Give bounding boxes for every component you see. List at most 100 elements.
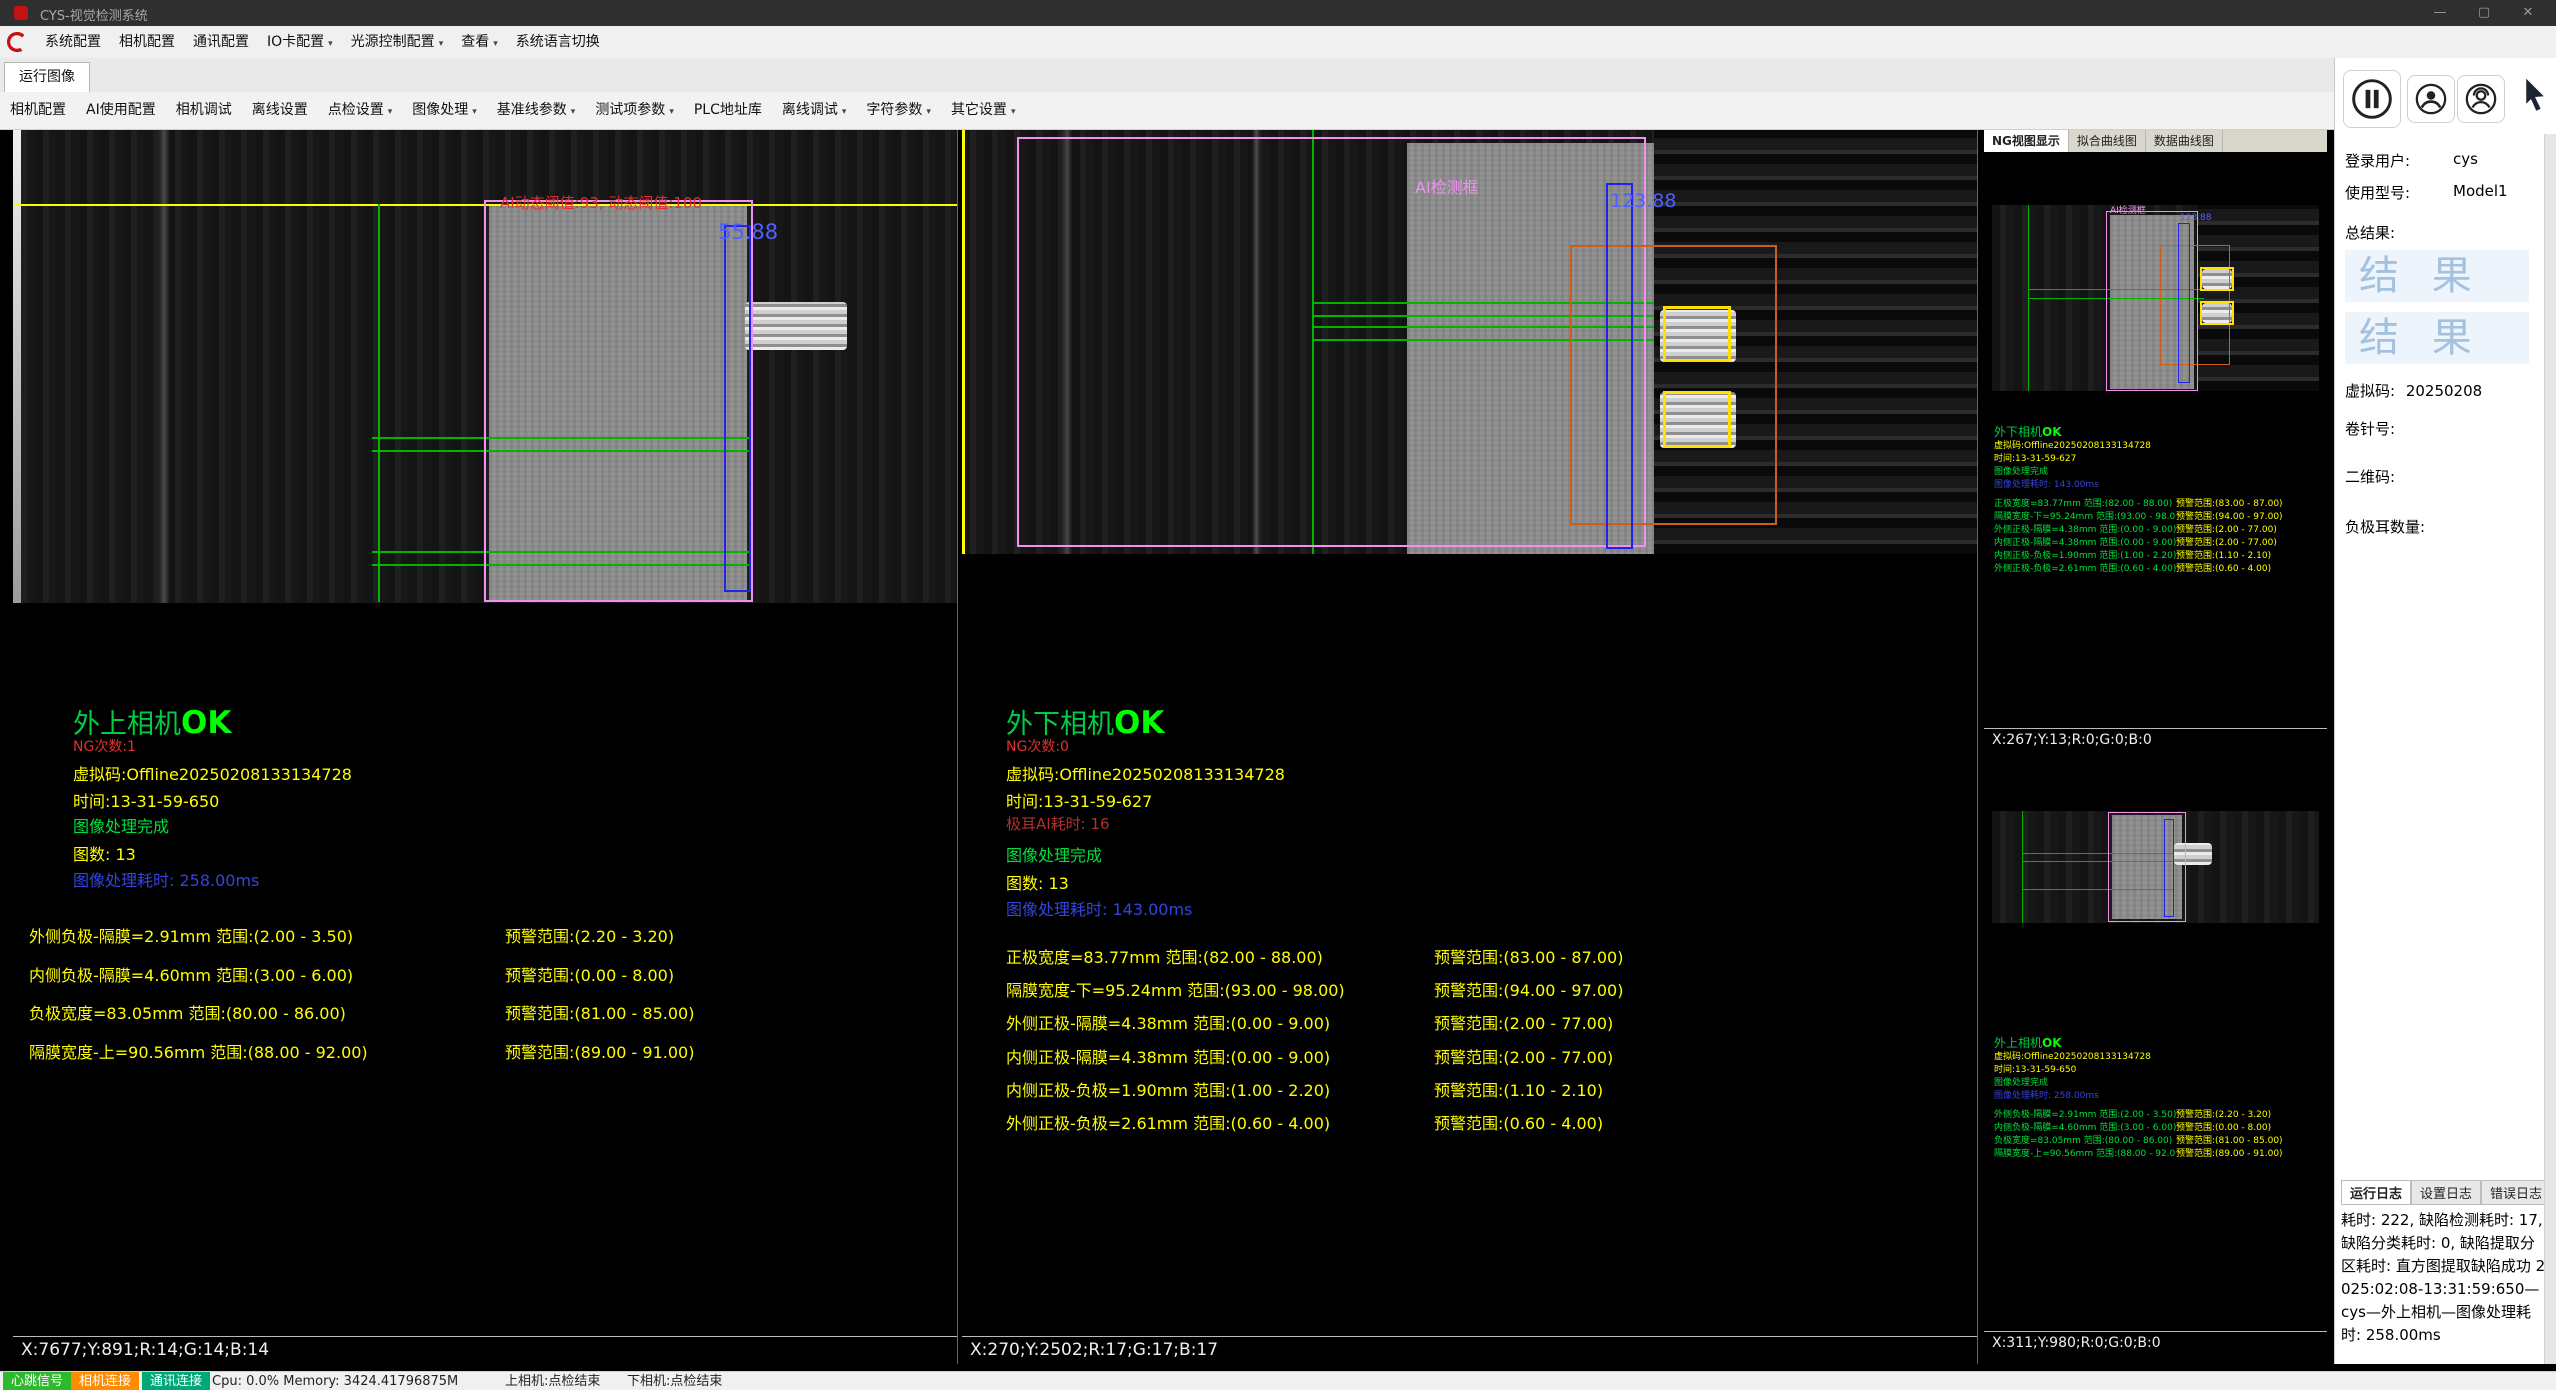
measurement-text: 内侧负极-隔膜=4.60mm 范围:(3.00 - 6.00)	[1994, 1122, 2176, 1135]
tab-settings-log[interactable]: 设置日志	[2411, 1180, 2481, 1204]
operator-icon	[2464, 82, 2498, 116]
camera-bottom-image[interactable]: AI检测框 123.88	[962, 130, 1977, 554]
camera-bottom-panel: AI检测框 123.88 外下相机OK NG次数:0 虚拟码:Offline20…	[962, 130, 1978, 1364]
measurement-warn: 预警范围:(81.00 - 85.00)	[2176, 1135, 2318, 1148]
capture-time: 时间:13-31-59-627	[1994, 453, 2319, 466]
virtual-code: 虚拟码:Offline20250208133134728	[1994, 1051, 2319, 1064]
tab-error-log[interactable]: 错误日志	[2481, 1180, 2551, 1204]
minimize-icon[interactable]: —	[2418, 0, 2462, 26]
tab-detect-box	[1663, 306, 1731, 362]
measure-value-overlay: 123.88	[1610, 190, 1676, 212]
ng-thumb2-image	[1992, 811, 2319, 923]
camera-top-panel: AI动态阈值:93, 动态阈值:100 55.88 外上相机OK NG次数:1 …	[13, 130, 958, 1364]
ai-detect-box-label: AI检测框	[2110, 205, 2146, 216]
menu-comm-config[interactable]: 通讯配置	[184, 26, 258, 58]
application-window: CYS-视觉检测系统 — ▢ ✕ 系统配置 相机配置 通讯配置 IO卡配置 光源…	[0, 0, 2556, 1390]
measurement-warn: 预警范围:(83.00 - 87.00)	[2176, 498, 2318, 511]
frame-count: 图数: 13	[73, 841, 136, 865]
maximize-icon[interactable]: ▢	[2462, 0, 2506, 26]
measurement-row: 外侧正极-负极=2.61mm 范围:(0.60 - 4.00) 预警范围:(0.…	[1006, 1107, 1623, 1140]
measure-value-overlay: 123.88	[2180, 213, 2212, 223]
tab-ai-elapsed: 极耳AI耗时: 16	[1006, 813, 1110, 834]
virtual-code: 虚拟码:Offline20250208133134728	[1994, 440, 2319, 453]
process-elapsed: 图像处理耗时: 143.00ms	[1006, 896, 1192, 920]
tool-offline-settings[interactable]: 离线设置	[242, 92, 318, 129]
menu-camera-config[interactable]: 相机配置	[110, 26, 184, 58]
tool-baseline-params[interactable]: 基准线参数	[487, 92, 586, 129]
measurement-text: 隔膜宽度-下=95.24mm 范围:(93.00 - 98.00)	[1006, 974, 1434, 1007]
roi-box-orange	[1570, 245, 1777, 525]
pause-icon	[2350, 77, 2394, 121]
tool-test-item-params[interactable]: 测试项参数	[585, 92, 684, 129]
measurement-warn: 预警范围:(94.00 - 97.00)	[1434, 974, 1623, 1007]
measurement-row: 负极宽度=83.05mm 范围:(80.00 - 86.00) 预警范围:(81…	[29, 995, 694, 1034]
menu-system-config[interactable]: 系统配置	[36, 26, 110, 58]
camera-bottom-check-status: 下相机:点检结束	[627, 1372, 722, 1390]
measurement-warn: 预警范围:(2.00 - 77.00)	[2176, 524, 2318, 537]
menu-io-card-config[interactable]: IO卡配置	[258, 26, 342, 58]
tab-fit-curve[interactable]: 拟合曲线图	[2069, 130, 2146, 152]
tab-count-label: 负极耳数量:	[2345, 516, 2425, 537]
measurement-warn: 预警范围:(2.00 - 77.00)	[1434, 1007, 1613, 1040]
tab-ng-view[interactable]: NG视图显示	[1984, 130, 2069, 152]
ng-thumb1-text: 外下相机OK 虚拟码:Offline20250208133134728 时间:1…	[1994, 423, 2319, 576]
camera-top-image[interactable]: AI动态阈值:93, 动态阈值:100 55.88	[13, 130, 957, 603]
measurement-warn: 预警范围:(2.20 - 3.20)	[2176, 1109, 2318, 1122]
measurement-text: 负极宽度=83.05mm 范围:(80.00 - 86.00)	[1994, 1135, 2176, 1148]
tool-other-settings[interactable]: 其它设置	[941, 92, 1026, 129]
ng-thumbnail-1[interactable]: AI检测框 123.88 外下相机OK 虚拟码:Offline202502081…	[1984, 155, 2327, 751]
menu-view[interactable]: 查看	[452, 26, 507, 58]
menu-language-switch[interactable]: 系统语言切换	[507, 26, 609, 58]
measurement-warn: 预警范围:(0.00 - 8.00)	[2176, 1122, 2318, 1135]
measurement-warn: 预警范围:(1.10 - 2.10)	[2176, 550, 2318, 563]
total-result-label: 总结果:	[2345, 222, 2395, 243]
measurement-row: 内侧负极-隔膜=4.60mm 范围:(3.00 - 6.00) 预警范围:(0.…	[29, 957, 694, 996]
tool-plc-address-lib[interactable]: PLC地址库	[684, 92, 772, 129]
result-display-1: 结 果	[2345, 250, 2529, 302]
measurement-warn: 预警范围:(0.00 - 8.00)	[505, 957, 674, 996]
tool-char-params[interactable]: 字符参数	[856, 92, 941, 129]
cursor-button[interactable]	[2517, 72, 2553, 118]
info-panel: 登录用户: cys 使用型号: Model1 总结果: 结 果 结 果 虚拟码:…	[2334, 58, 2556, 1364]
process-elapsed: 图像处理耗时: 258.00ms	[1994, 1090, 2319, 1103]
close-icon[interactable]: ✕	[2506, 0, 2550, 26]
camera-title: 外上相机	[1994, 1036, 2042, 1050]
tool-ai-usage-config[interactable]: AI使用配置	[76, 92, 166, 129]
measurement-warn: 预警范围:(2.00 - 77.00)	[2176, 537, 2318, 550]
measurement-warn: 预警范围:(0.60 - 4.00)	[1434, 1107, 1603, 1140]
operator-button[interactable]	[2457, 75, 2505, 123]
tab-detect-box	[2200, 301, 2234, 325]
tab-detect-box	[2200, 267, 2234, 291]
tool-offline-debug[interactable]: 离线调试	[772, 92, 857, 129]
menu-light-control-config[interactable]: 光源控制配置	[342, 26, 453, 58]
heartbeat-badge: 心跳信号	[3, 1372, 71, 1390]
status-bar: 心跳信号 相机连接 通讯连接 Cpu: 0.0% Memory: 3424.41…	[0, 1371, 2556, 1390]
tab-run-log[interactable]: 运行日志	[2341, 1180, 2411, 1204]
measurement-text: 内侧正极-隔膜=4.38mm 范围:(0.00 - 9.00)	[1994, 537, 2176, 550]
frame-count: 图数: 13	[1006, 870, 1069, 894]
measurement-text: 内侧负极-隔膜=4.60mm 范围:(3.00 - 6.00)	[29, 957, 505, 996]
vcode-label: 虚拟码:	[2345, 382, 2395, 400]
ng-thumbnail-2[interactable]: 外上相机OK 虚拟码:Offline20250208133134728 时间:1…	[1984, 766, 2327, 1354]
roi-box-magenta	[2108, 812, 2186, 922]
tool-camera-config[interactable]: 相机配置	[0, 92, 76, 129]
tool-image-processing[interactable]: 图像处理	[402, 92, 487, 129]
user-button[interactable]	[2407, 75, 2455, 123]
process-elapsed: 图像处理耗时: 258.00ms	[73, 867, 259, 891]
measurement-text: 隔膜宽度-下=95.24mm 范围:(93.00 - 98.00)	[1994, 511, 2176, 524]
scrollbar[interactable]	[2544, 134, 2556, 1364]
tab-run-image[interactable]: 运行图像	[4, 62, 90, 92]
measurement-warn: 预警范围:(81.00 - 85.00)	[505, 995, 694, 1034]
pause-button[interactable]	[2343, 70, 2401, 128]
menu-bar: 系统配置 相机配置 通讯配置 IO卡配置 光源控制配置 查看 系统语言切换	[0, 26, 2556, 59]
tool-camera-debug[interactable]: 相机调试	[166, 92, 242, 129]
measurement-text: 正极宽度=83.77mm 范围:(82.00 - 88.00)	[1006, 941, 1434, 974]
run-log-text: 耗时: 222, 缺陷检测耗时: 17, 缺陷分类耗时: 0, 缺陷提取分区耗时…	[2341, 1204, 2547, 1365]
pixel-status-readout: X:311;Y:980;R:0;G:0;B:0	[1984, 1331, 2327, 1354]
view-tab-row: 运行图像	[0, 58, 2334, 93]
pixel-status-readout: X:270;Y:2502;R:17;G:17;B:17	[962, 1336, 1977, 1364]
log-tabs: 运行日志 设置日志 错误日志	[2341, 1180, 2551, 1204]
camera-top-check-status: 上相机:点检结束	[505, 1372, 600, 1390]
tool-spot-check-settings[interactable]: 点检设置	[318, 92, 403, 129]
tab-data-curve[interactable]: 数据曲线图	[2146, 130, 2223, 152]
